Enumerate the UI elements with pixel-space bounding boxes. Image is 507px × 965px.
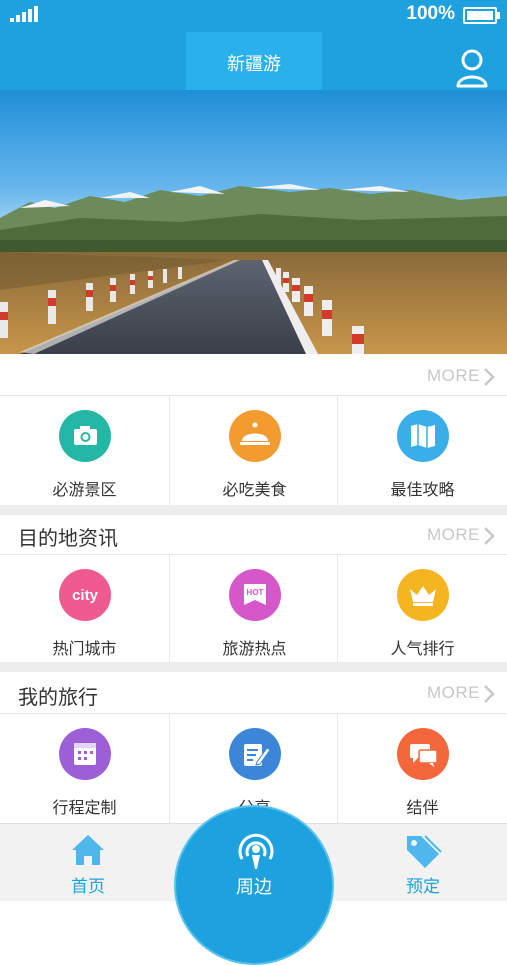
grid-item-must-eat[interactable]: 必吃美食 [169,396,338,506]
nav-nearby-label: 周边 [236,877,272,898]
status-bar: 100% [0,0,507,28]
grid-item-label: 人气排行 [390,639,455,658]
grid-item-best-guides[interactable]: 最佳攻略 [338,396,507,506]
grid-item-label: 必吃美食 [222,480,287,499]
location-broadcast-icon [238,833,274,869]
nav-home-label: 首页 [71,877,105,897]
nav-booking-label: 预定 [406,877,440,897]
app-header: 100% 新疆游 [0,0,507,90]
grid-item-label: 热门城市 [52,639,117,658]
nav-home[interactable]: 首页 [28,824,148,901]
more-label: MORE [427,683,480,702]
grid-item-scenic-spots[interactable]: 必游景区 [0,396,169,506]
landscape-photo [0,90,507,354]
destination-news-grid: city 热门城市 HOT 旅游热点 人气排行 [0,554,507,663]
more-label: MORE [427,366,480,385]
edit-share-icon [229,728,281,780]
dining-bell-icon [229,410,281,462]
grid-item-label: 结伴 [406,798,439,817]
signal-icon [10,6,40,22]
hot-icon: HOT [229,569,281,621]
grid-item-label: 旅游热点 [222,639,287,658]
quick-more-link[interactable]: MORE [427,366,495,387]
city-icon: city [59,569,111,621]
grid-item-label: 行程定制 [52,798,117,817]
nav-booking[interactable]: 预定 [363,824,483,901]
grid-item-label: 必游景区 [52,480,117,499]
grid-item-travel-hotspots[interactable]: HOT 旅游热点 [169,555,338,663]
svg-text:HOT: HOT [247,588,264,597]
battery-level: 100% [406,3,455,24]
grid-item-label: 最佳攻略 [390,480,455,499]
section-divider [0,662,507,672]
grid-item-popularity-ranking[interactable]: 人气排行 [338,555,507,663]
quick-grid: 必游景区 必吃美食 最佳攻略 [0,395,507,506]
more-label: MORE [427,525,480,544]
user-icon [456,49,488,88]
map-icon [397,410,449,462]
my-trip-more-link[interactable]: MORE [427,683,495,704]
page-title: 新疆游 [227,54,281,75]
user-profile-button[interactable] [455,48,489,88]
tag-icon [407,835,442,868]
svg-text:city: city [72,587,99,604]
calendar-icon [59,728,111,780]
section-divider [0,505,507,515]
chat-icon [397,728,449,780]
section-title-destination-news: 目的地资讯 [18,526,118,550]
home-icon [72,835,104,865]
grid-item-hot-cities[interactable]: city 热门城市 [0,555,169,663]
chevron-right-icon [484,526,495,545]
crown-icon [397,569,449,621]
camera-icon [59,410,111,462]
grid-item-companions[interactable]: 结伴 [338,714,507,824]
chevron-right-icon [484,367,495,386]
banner-image[interactable] [0,90,507,354]
destination-news-more-link[interactable]: MORE [427,525,495,546]
section-title-my-trip: 我的旅行 [18,685,98,709]
chevron-right-icon [484,684,495,703]
battery-icon [463,7,500,24]
grid-item-itinerary-custom[interactable]: 行程定制 [0,714,169,824]
